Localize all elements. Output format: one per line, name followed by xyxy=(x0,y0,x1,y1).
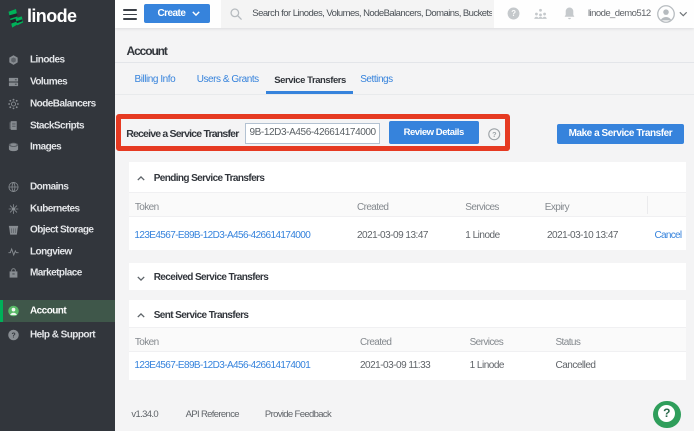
svg-text:?: ? xyxy=(511,9,516,18)
svg-text:?: ? xyxy=(12,332,16,339)
